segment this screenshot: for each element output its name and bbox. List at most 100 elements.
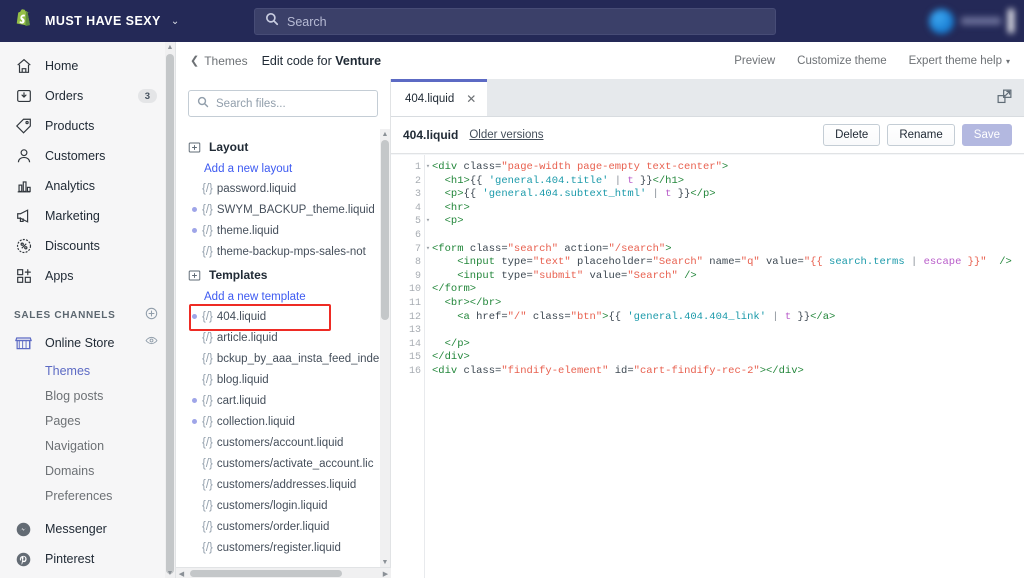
liquid-file-icon: {/} [202, 521, 213, 533]
plus-circle-icon[interactable] [145, 307, 158, 325]
code-token: }} [671, 188, 690, 200]
file-search[interactable] [188, 90, 378, 117]
code-area[interactable]: 1▾2345▾67▾8910111213141516 <div class="p… [391, 155, 1024, 578]
liquid-file-icon: {/} [202, 542, 213, 554]
file-item[interactable]: {/}theme.liquid [176, 220, 379, 241]
search-icon [265, 12, 279, 31]
sidebar-item-online-store[interactable]: Online Store [0, 328, 175, 358]
home-icon [14, 57, 33, 76]
code-line [432, 324, 1024, 338]
file-tree-scrollbar[interactable]: ▲ ▼ [380, 129, 390, 567]
file-item[interactable]: {/}customers/account.liquid [176, 432, 379, 453]
sidebar-subitem-themes[interactable]: Themes [0, 358, 175, 383]
editor-file-name: 404.liquid [403, 128, 458, 142]
code-line: <p> [432, 215, 1024, 229]
close-icon[interactable]: ✕ [466, 93, 476, 105]
liquid-file-icon: {/} [202, 183, 213, 195]
user-menu[interactable] [929, 4, 1014, 38]
file-item[interactable]: {/}bckup_by_aaa_insta_feed_inde [176, 348, 379, 369]
user-name-redacted [961, 17, 1001, 25]
eye-icon[interactable] [145, 334, 158, 352]
file-item[interactable]: {/}customers/login.liquid [176, 495, 379, 516]
global-search[interactable] [254, 8, 776, 35]
add-new-layout-link[interactable]: Add a new layout [176, 160, 379, 178]
avatar-edge [1008, 9, 1014, 33]
file-item[interactable]: {/}customers/order.liquid [176, 516, 379, 537]
scroll-up-arrow[interactable]: ▲ [165, 42, 175, 52]
sidebar-item-home[interactable]: Home [0, 51, 175, 81]
code-token: ></div> [760, 365, 804, 377]
file-item[interactable]: {/}customers/register.liquid [176, 537, 379, 558]
scroll-down-arrow[interactable]: ▼ [165, 568, 175, 578]
search-input[interactable] [287, 15, 765, 29]
sidebar-subitem-preferences[interactable]: Preferences [0, 483, 175, 508]
file-item[interactable]: {/}SWYM_BACKUP_theme.liquid [176, 199, 379, 220]
scroll-down-arrow[interactable]: ▼ [380, 557, 390, 567]
code-token: "findify-element" [501, 365, 608, 377]
breadcrumb-link-customize-theme[interactable]: Customize theme [797, 55, 886, 67]
store-brand[interactable]: MUST HAVE SEXY ⌄ [0, 9, 240, 33]
file-item[interactable]: {/}collection.liquid [176, 411, 379, 432]
sidebar-item-apps[interactable]: Apps [0, 261, 175, 291]
sidebar-item-discounts[interactable]: Discounts [0, 231, 175, 261]
sidebar-scroll-thumb[interactable] [166, 54, 174, 574]
file-hscroll-thumb[interactable] [190, 570, 342, 577]
file-item[interactable]: {/}customers/addresses.liquid [176, 474, 379, 495]
delete-button[interactable]: Delete [823, 124, 880, 146]
code-token: id= [608, 365, 633, 377]
modified-dot [192, 356, 197, 361]
line-number: 8 [391, 256, 424, 270]
sidebar-subitem-domains[interactable]: Domains [0, 458, 175, 483]
sidebar-channel-messenger[interactable]: Messenger [0, 514, 175, 544]
file-item[interactable]: {/}article.liquid [176, 327, 379, 348]
expand-icon[interactable] [996, 88, 1013, 110]
sidebar-item-customers[interactable]: Customers [0, 141, 175, 171]
add-new-templates-link[interactable]: Add a new template [176, 288, 379, 306]
file-item[interactable]: {/}password.liquid [176, 178, 379, 199]
sidebar-channel-facebook[interactable]: Facebook [0, 574, 175, 578]
code-line: </form> [432, 283, 1024, 297]
file-tree-hscrollbar[interactable]: ◀ ▶ [176, 567, 391, 578]
fold-toggle-icon[interactable]: ▾ [424, 243, 432, 257]
file-item[interactable]: {/}customers/activate_account.lic [176, 453, 379, 474]
scroll-right-arrow[interactable]: ▶ [380, 569, 391, 578]
file-browser-panel: LayoutAdd a new layout{/}password.liquid… [176, 79, 391, 578]
breadcrumb-link-expert-theme-help[interactable]: Expert theme help▾ [909, 55, 1010, 67]
sidebar-item-orders[interactable]: Orders3 [0, 81, 175, 111]
fold-toggle-icon[interactable]: ▾ [424, 215, 432, 229]
chevron-down-icon: ⌄ [171, 16, 179, 27]
sidebar-subitem-pages[interactable]: Pages [0, 408, 175, 433]
file-group-layout[interactable]: Layout [176, 134, 379, 160]
file-item[interactable]: {/}404.liquid [176, 306, 379, 327]
folder-plus-icon [188, 141, 201, 154]
scroll-left-arrow[interactable]: ◀ [176, 569, 187, 578]
breadcrumb-back-themes[interactable]: ❮ Themes [190, 54, 248, 68]
file-item[interactable]: {/}theme-backup-mps-sales-not [176, 241, 379, 262]
rename-button[interactable]: Rename [887, 124, 954, 146]
scroll-up-arrow[interactable]: ▲ [380, 129, 390, 139]
fold-toggle-icon[interactable]: ▾ [424, 161, 432, 175]
sidebar-item-products[interactable]: Products [0, 111, 175, 141]
sidebar-scrollbar[interactable]: ▲ ▼ [165, 42, 175, 578]
modified-dot [192, 545, 197, 550]
file-group-templates[interactable]: Templates [176, 262, 379, 288]
sidebar-subitem-navigation[interactable]: Navigation [0, 433, 175, 458]
file-search-input[interactable] [216, 98, 369, 110]
sidebar-channel-pinterest[interactable]: Pinterest [0, 544, 175, 574]
file-item[interactable]: {/}blog.liquid [176, 369, 379, 390]
editor-file-bar: 404.liquid Older versions DeleteRenameSa… [391, 117, 1024, 154]
modified-dot [192, 440, 197, 445]
modified-dot [192, 314, 197, 319]
code-line: <div class="findify-element" id="cart-fi… [432, 365, 1024, 379]
sidebar-item-analytics[interactable]: Analytics [0, 171, 175, 201]
discounts-percent-icon [14, 237, 33, 256]
breadcrumb-link-preview[interactable]: Preview [734, 55, 775, 67]
file-scroll-thumb[interactable] [381, 140, 389, 320]
sidebar-item-marketing[interactable]: Marketing [0, 201, 175, 231]
line-number: 9 [391, 270, 424, 284]
sidebar-subitem-blog-posts[interactable]: Blog posts [0, 383, 175, 408]
file-item[interactable]: {/}cart.liquid [176, 390, 379, 411]
older-versions-link[interactable]: Older versions [469, 129, 543, 141]
code-content[interactable]: <div class="page-width page-empty text-c… [425, 155, 1024, 578]
editor-tab-404-liquid[interactable]: 404.liquid ✕ [391, 79, 487, 116]
